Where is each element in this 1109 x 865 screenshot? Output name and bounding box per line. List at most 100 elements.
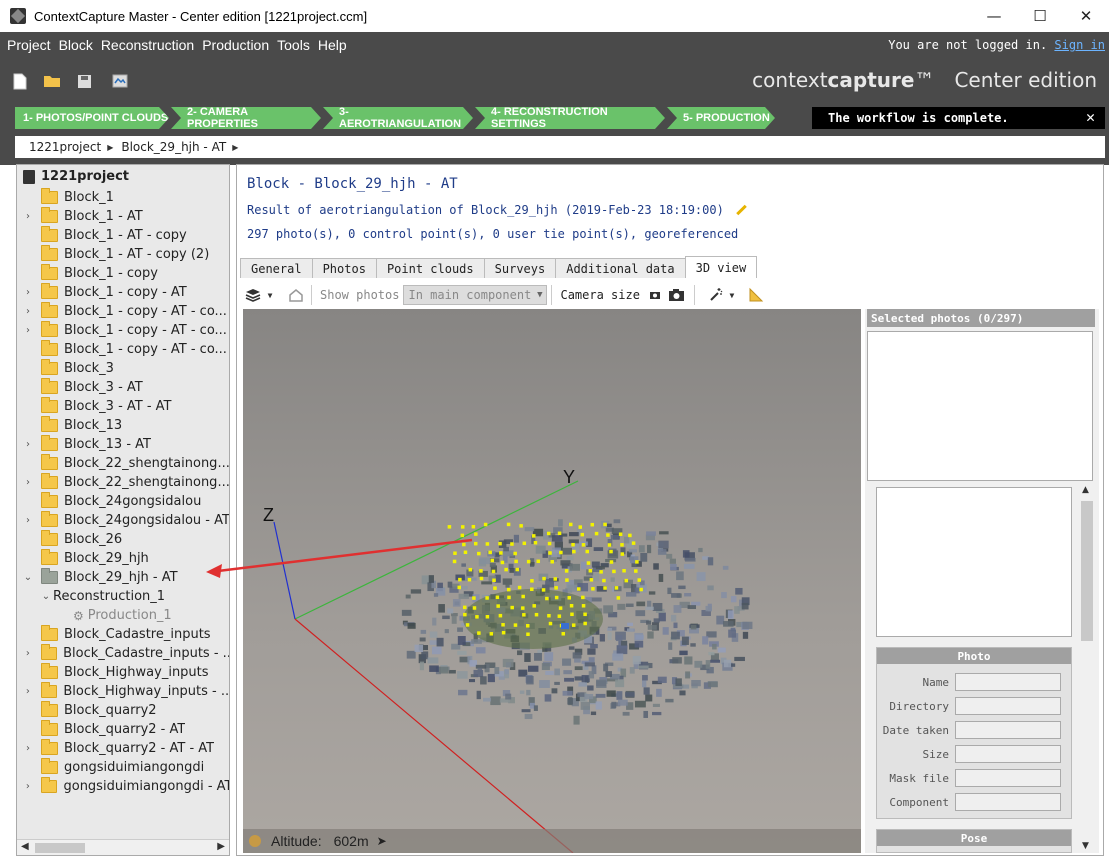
- chevron-right-icon[interactable]: ›: [23, 306, 33, 317]
- scroll-down-icon[interactable]: ▼: [1082, 841, 1089, 851]
- step-camera-properties[interactable]: 2- CAMERA PROPERTIES: [171, 107, 321, 129]
- monitor-icon[interactable]: [110, 71, 130, 91]
- pencil-icon[interactable]: [736, 204, 748, 216]
- menu-help[interactable]: Help: [314, 37, 351, 53]
- close-icon[interactable]: ✕: [1086, 108, 1095, 126]
- tree-item[interactable]: Block_1 - copy: [17, 264, 229, 283]
- magic-wand-icon[interactable]: [705, 285, 727, 305]
- tree-item[interactable]: Block_3 - AT: [17, 378, 229, 397]
- step-aerotriangulation[interactable]: 3- AEROTRIANGULATION: [323, 107, 473, 129]
- tree-item[interactable]: › Block_Cadastre_inputs - ...: [17, 644, 229, 663]
- tab-3d-view[interactable]: 3D view: [684, 256, 758, 278]
- tree-item[interactable]: › Block_1 - copy - AT: [17, 283, 229, 302]
- horizontal-scrollbar[interactable]: ◀ ▶: [17, 839, 229, 855]
- chevron-right-icon[interactable]: ›: [23, 515, 33, 526]
- scroll-right-icon[interactable]: ▶: [217, 841, 225, 852]
- tree-item[interactable]: Block_1 - copy - AT - co...: [17, 340, 229, 359]
- menu-block[interactable]: Block: [55, 37, 97, 53]
- step-reconstruction-settings[interactable]: 4- RECONSTRUCTION SETTINGS: [475, 107, 665, 129]
- chevron-down-icon[interactable]: ⌄: [23, 572, 33, 583]
- tree-item[interactable]: Block_3 - AT - AT: [17, 397, 229, 416]
- chevron-right-icon[interactable]: ›: [23, 686, 33, 697]
- navigation-arrow-icon[interactable]: ➤: [377, 834, 387, 848]
- size-field[interactable]: [955, 745, 1061, 763]
- menu-production[interactable]: Production: [198, 37, 273, 53]
- chevron-right-icon[interactable]: ›: [23, 325, 33, 336]
- camera-large-icon[interactable]: [666, 285, 688, 305]
- 3d-viewport[interactable]: Y Z Altitude: 602m ➤: [243, 309, 861, 853]
- ruler-icon[interactable]: [745, 285, 767, 305]
- step-production[interactable]: 5- PRODUCTION: [667, 107, 775, 129]
- camera-small-icon[interactable]: [644, 285, 666, 305]
- mask-file-field[interactable]: [955, 769, 1061, 787]
- close-window-button[interactable]: ✕: [1063, 0, 1109, 32]
- tree-item[interactable]: › Block_13 - AT: [17, 435, 229, 454]
- date-taken-field[interactable]: [955, 721, 1061, 739]
- tree-item[interactable]: › Block_quarry2 - AT - AT: [17, 739, 229, 758]
- tree-item[interactable]: Block_Highway_inputs: [17, 663, 229, 682]
- tree-item[interactable]: Block_13: [17, 416, 229, 435]
- chevron-right-icon[interactable]: ›: [23, 477, 33, 488]
- chevron-down-icon[interactable]: ▼: [727, 285, 737, 305]
- chevron-right-icon[interactable]: ›: [23, 743, 33, 754]
- name-field[interactable]: [955, 673, 1061, 691]
- tree-item[interactable]: › Block_24gongsidalou - AT: [17, 511, 229, 530]
- tab-photos[interactable]: Photos: [311, 258, 377, 278]
- tab-additional-data[interactable]: Additional data: [555, 258, 686, 278]
- home-icon[interactable]: [285, 285, 307, 305]
- tree-item[interactable]: › Block_1 - copy - AT - co...: [17, 302, 229, 321]
- selected-photos-list[interactable]: [867, 331, 1093, 481]
- component-field[interactable]: [955, 793, 1061, 811]
- tree-item[interactable]: › Block_1 - AT: [17, 207, 229, 226]
- new-file-icon[interactable]: [10, 71, 30, 91]
- chevron-down-icon[interactable]: ⌄: [41, 591, 51, 602]
- tree-root[interactable]: 1221project: [23, 169, 129, 184]
- breadcrumb-block[interactable]: Block_29_hjh - AT: [113, 140, 232, 154]
- tree-item[interactable]: Block_3: [17, 359, 229, 378]
- maximize-button[interactable]: ☐: [1017, 0, 1063, 32]
- tab-point-clouds[interactable]: Point clouds: [375, 258, 485, 278]
- tree-item[interactable]: Block_1 - AT - copy: [17, 226, 229, 245]
- vertical-scrollbar[interactable]: ▲ ▼: [1079, 483, 1095, 853]
- tree-item[interactable]: ⌄ Reconstruction_1: [17, 587, 229, 606]
- tab-general[interactable]: General: [240, 258, 313, 278]
- chevron-right-icon[interactable]: ›: [23, 781, 33, 792]
- tree-item[interactable]: Block_22_shengtainong...: [17, 454, 229, 473]
- component-select[interactable]: In main component ▼: [403, 285, 548, 305]
- minimize-button[interactable]: —: [971, 0, 1017, 32]
- tree-item[interactable]: › Block_22_shengtainong...: [17, 473, 229, 492]
- chevron-right-icon[interactable]: ›: [23, 287, 33, 298]
- tree-item[interactable]: Block_quarry2 - AT: [17, 720, 229, 739]
- chevron-right-icon[interactable]: ›: [23, 439, 33, 450]
- compass-icon[interactable]: [249, 835, 261, 847]
- tree-item[interactable]: › Block_Highway_inputs - ...: [17, 682, 229, 701]
- open-folder-icon[interactable]: [42, 71, 62, 91]
- tab-surveys[interactable]: Surveys: [483, 258, 557, 278]
- directory-field[interactable]: [955, 697, 1061, 715]
- save-icon[interactable]: [74, 71, 94, 91]
- step-photos[interactable]: 1- PHOTOS/POINT CLOUDS: [15, 107, 169, 129]
- scroll-thumb[interactable]: [35, 843, 85, 853]
- tree-item[interactable]: Block_24gongsidalou: [17, 492, 229, 511]
- tree-item[interactable]: ⌄ Block_29_hjh - AT: [17, 568, 229, 587]
- tree-item[interactable]: Block_26: [17, 530, 229, 549]
- layers-icon[interactable]: [243, 285, 265, 305]
- chevron-right-icon[interactable]: ›: [23, 648, 33, 659]
- tree-item[interactable]: › gongsiduimiangongdi - AT: [17, 777, 229, 796]
- tree-item[interactable]: Block_1 - AT - copy (2): [17, 245, 229, 264]
- menu-reconstruction[interactable]: Reconstruction: [97, 37, 198, 53]
- scroll-thumb[interactable]: [1081, 501, 1093, 641]
- scroll-left-icon[interactable]: ◀: [21, 841, 29, 852]
- chevron-right-icon[interactable]: ›: [23, 211, 33, 222]
- tree-item[interactable]: Block_29_hjh: [17, 549, 229, 568]
- chevron-down-icon[interactable]: ▼: [265, 285, 275, 305]
- tree-item[interactable]: Block_1: [17, 188, 229, 207]
- menu-tools[interactable]: Tools: [273, 37, 314, 53]
- tree-item[interactable]: Block_Cadastre_inputs: [17, 625, 229, 644]
- menu-project[interactable]: Project: [0, 37, 55, 53]
- tree-item[interactable]: ⚙ Production_1: [17, 606, 229, 625]
- tree-item[interactable]: gongsiduimiangongdi: [17, 758, 229, 777]
- tree-item[interactable]: Block_quarry2: [17, 701, 229, 720]
- scroll-up-icon[interactable]: ▲: [1082, 485, 1089, 495]
- sign-in-link[interactable]: Sign in: [1054, 38, 1105, 52]
